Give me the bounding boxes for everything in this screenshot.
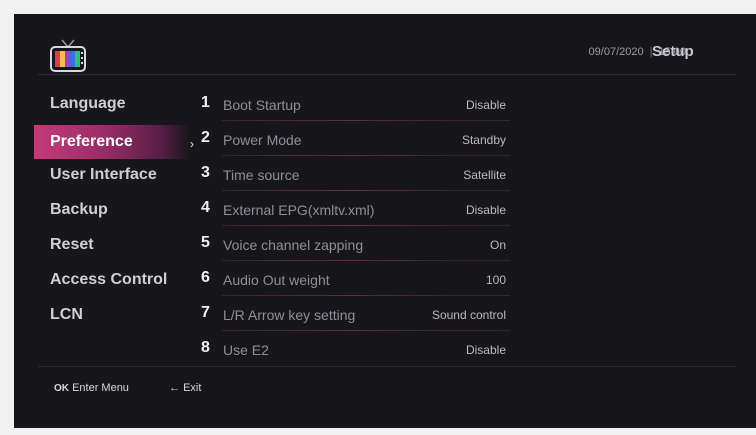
ok-key-icon: OK: [54, 383, 69, 394]
category-label: LCN: [50, 306, 83, 323]
category-lcn[interactable]: LCN: [50, 306, 83, 324]
setting-value: On: [489, 238, 506, 252]
setting-row-voice-channel-zapping[interactable]: 5 Voice channel zapping On: [192, 226, 510, 261]
tv-screen: 09/07/2020 | 15:00 Setup Language Preferen…: [14, 14, 756, 428]
setting-number: 1: [201, 94, 210, 111]
category-label: Reset: [50, 236, 94, 253]
footer-enter-menu: OK Enter Menu: [54, 382, 129, 394]
setting-label: Time source: [223, 167, 300, 183]
footer-divider: [38, 366, 736, 367]
category-label: Access Control: [50, 271, 168, 288]
setting-row-external-epg[interactable]: 4 External EPG(xmltv.xml) Disable: [192, 191, 510, 226]
setting-label: Power Mode: [223, 132, 302, 148]
setting-row-power-mode[interactable]: 2 Power Mode Standby: [192, 121, 510, 156]
setting-label: External EPG(xmltv.xml): [223, 202, 375, 218]
header-divider: [38, 74, 736, 75]
setting-label: Voice channel zapping: [223, 237, 364, 253]
category-preference[interactable]: Preference: [34, 125, 190, 159]
footer-exit: ← Exit: [169, 382, 201, 394]
footer-enter-label: Enter Menu: [72, 382, 129, 394]
setting-value: Disable: [465, 343, 506, 357]
category-reset[interactable]: Reset: [50, 236, 94, 254]
setting-label: Boot Startup: [223, 97, 301, 113]
category-label: Backup: [50, 201, 108, 218]
footer-exit-label: Exit: [183, 382, 202, 394]
setting-row-time-source[interactable]: 3 Time source Satellite: [192, 156, 510, 191]
category-label: Language: [50, 95, 126, 112]
category-language[interactable]: Language: [50, 95, 126, 113]
page-title: Setup: [652, 43, 694, 60]
setting-label: L/R Arrow key setting: [223, 307, 356, 323]
setting-value: Disable: [465, 203, 506, 217]
setting-number: 8: [201, 339, 210, 356]
setting-row-audio-out-weight[interactable]: 6 Audio Out weight 100: [192, 261, 510, 296]
category-access-control[interactable]: Access Control: [50, 271, 167, 289]
setting-number: 3: [201, 164, 210, 181]
setting-number: 7: [201, 304, 210, 321]
setting-number: 2: [201, 129, 210, 146]
setting-number: 6: [201, 269, 210, 286]
setting-value: Disable: [465, 98, 506, 112]
category-label: User Interface: [50, 166, 157, 183]
category-user-interface[interactable]: User Interface: [50, 166, 157, 184]
setting-row-use-e2[interactable]: 8 Use E2 Disable: [192, 331, 510, 366]
tv-icon: [50, 39, 86, 72]
setting-number: 5: [201, 234, 210, 251]
setting-label: Audio Out weight: [223, 272, 330, 288]
setting-number: 4: [201, 199, 210, 216]
date-text: 09/07/2020: [588, 46, 644, 58]
setting-value: Standby: [461, 133, 506, 147]
setting-value: Sound control: [431, 308, 506, 322]
category-label: Preference: [50, 133, 133, 150]
arrow-left-icon: ←: [169, 382, 180, 394]
setting-row-boot-startup[interactable]: 1 Boot Startup Disable: [192, 86, 510, 121]
setting-label: Use E2: [223, 342, 269, 358]
setting-row-lr-arrow-key[interactable]: 7 L/R Arrow key setting Sound control: [192, 296, 510, 331]
setting-value: 100: [485, 273, 506, 287]
setting-value: Satellite: [463, 168, 506, 182]
category-backup[interactable]: Backup: [50, 201, 108, 219]
